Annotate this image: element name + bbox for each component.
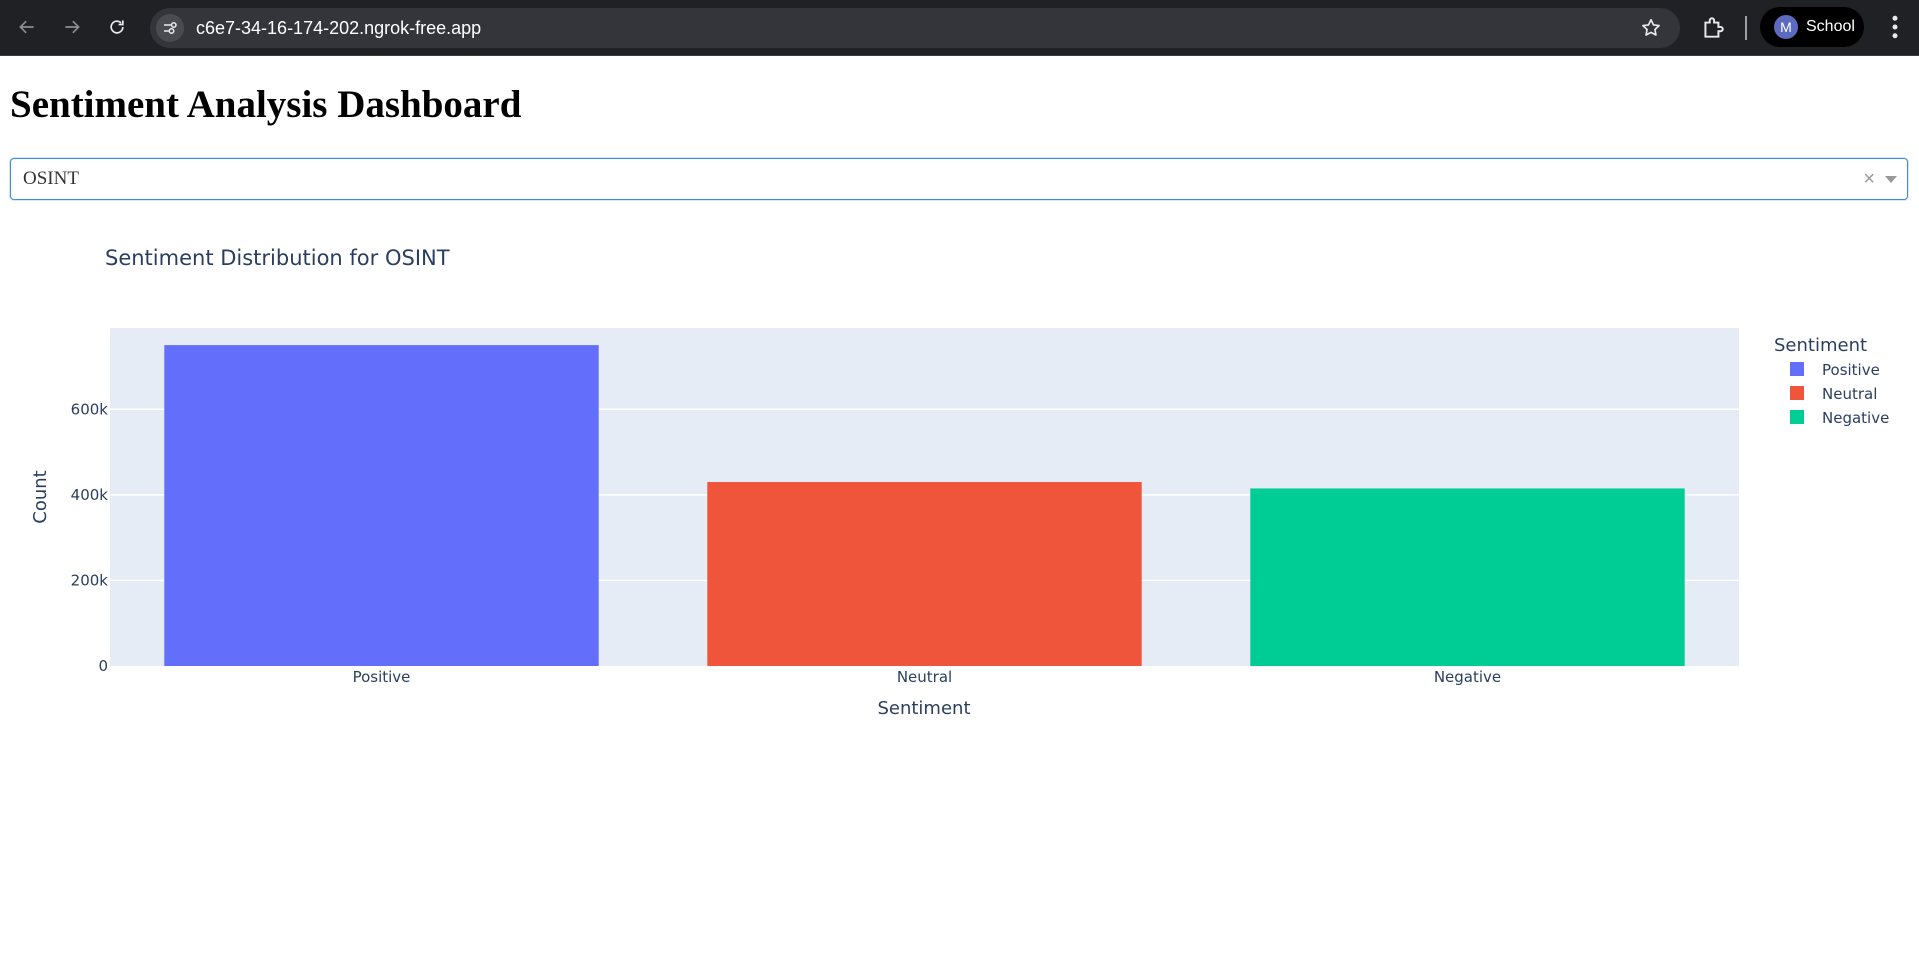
legend-item-neutral[interactable]: Neutral [1790,385,1877,403]
page-title: Sentiment Analysis Dashboard [10,83,522,126]
more-menu-icon[interactable] [1880,12,1910,42]
back-button[interactable] [10,10,44,44]
toolbar-separator [1745,16,1747,40]
chart-title: Sentiment Distribution for OSINT [105,246,450,270]
arrow-left-icon [19,20,34,34]
extensions-icon[interactable] [1700,15,1726,41]
browser-toolbar: c6e7-34-16-174-202.ngrok-free.app M Scho… [0,0,1919,56]
dropdown-selected-value: OSINT [23,168,79,189]
reload-icon [110,20,124,34]
bar-positive[interactable] [164,345,599,666]
x-axis-label: Sentiment [877,698,970,719]
legend-title: Sentiment [1774,335,1867,356]
topic-dropdown[interactable]: OSINT × [10,158,1908,200]
clear-icon[interactable]: × [1863,159,1875,199]
x-tick-label: Neutral [897,668,952,686]
arrow-right-icon [65,20,80,34]
profile-button[interactable]: M School [1760,7,1864,47]
reload-button[interactable] [100,10,134,44]
y-tick-label: 600k [71,400,109,418]
y-tick-label: 200k [71,571,109,589]
x-tick-label: Negative [1434,668,1501,686]
x-tick-label: Positive [353,668,411,686]
y-tick-label: 400k [71,486,109,504]
forward-button[interactable] [55,10,89,44]
legend-swatch [1790,410,1804,424]
y-axis-label: Count [30,470,51,523]
chart-legend: Sentiment Positive Neutral Negative [1774,335,1889,427]
legend-label: Neutral [1822,385,1877,403]
legend-label: Positive [1822,361,1880,379]
bar-neutral[interactable] [707,482,1142,666]
legend-swatch [1790,362,1804,376]
profile-label: School [1806,18,1855,35]
legend-swatch [1790,386,1804,400]
avatar: M [1774,15,1798,39]
url-text[interactable]: c6e7-34-16-174-202.ngrok-free.app [196,8,481,48]
site-info-icon[interactable] [156,14,184,42]
legend-label: Negative [1822,409,1889,427]
sentiment-bar-chart: Sentiment Distribution for OSINT 0 200k 40… [30,246,1889,719]
bookmark-star-icon[interactable] [1640,17,1662,39]
y-tick-label: 0 [98,657,108,675]
address-bar[interactable]: c6e7-34-16-174-202.ngrok-free.app [150,8,1680,48]
chevron-down-icon[interactable] [1885,176,1897,183]
legend-item-negative[interactable]: Negative [1790,409,1889,427]
legend-item-positive[interactable]: Positive [1790,361,1880,379]
bar-negative[interactable] [1250,488,1685,666]
